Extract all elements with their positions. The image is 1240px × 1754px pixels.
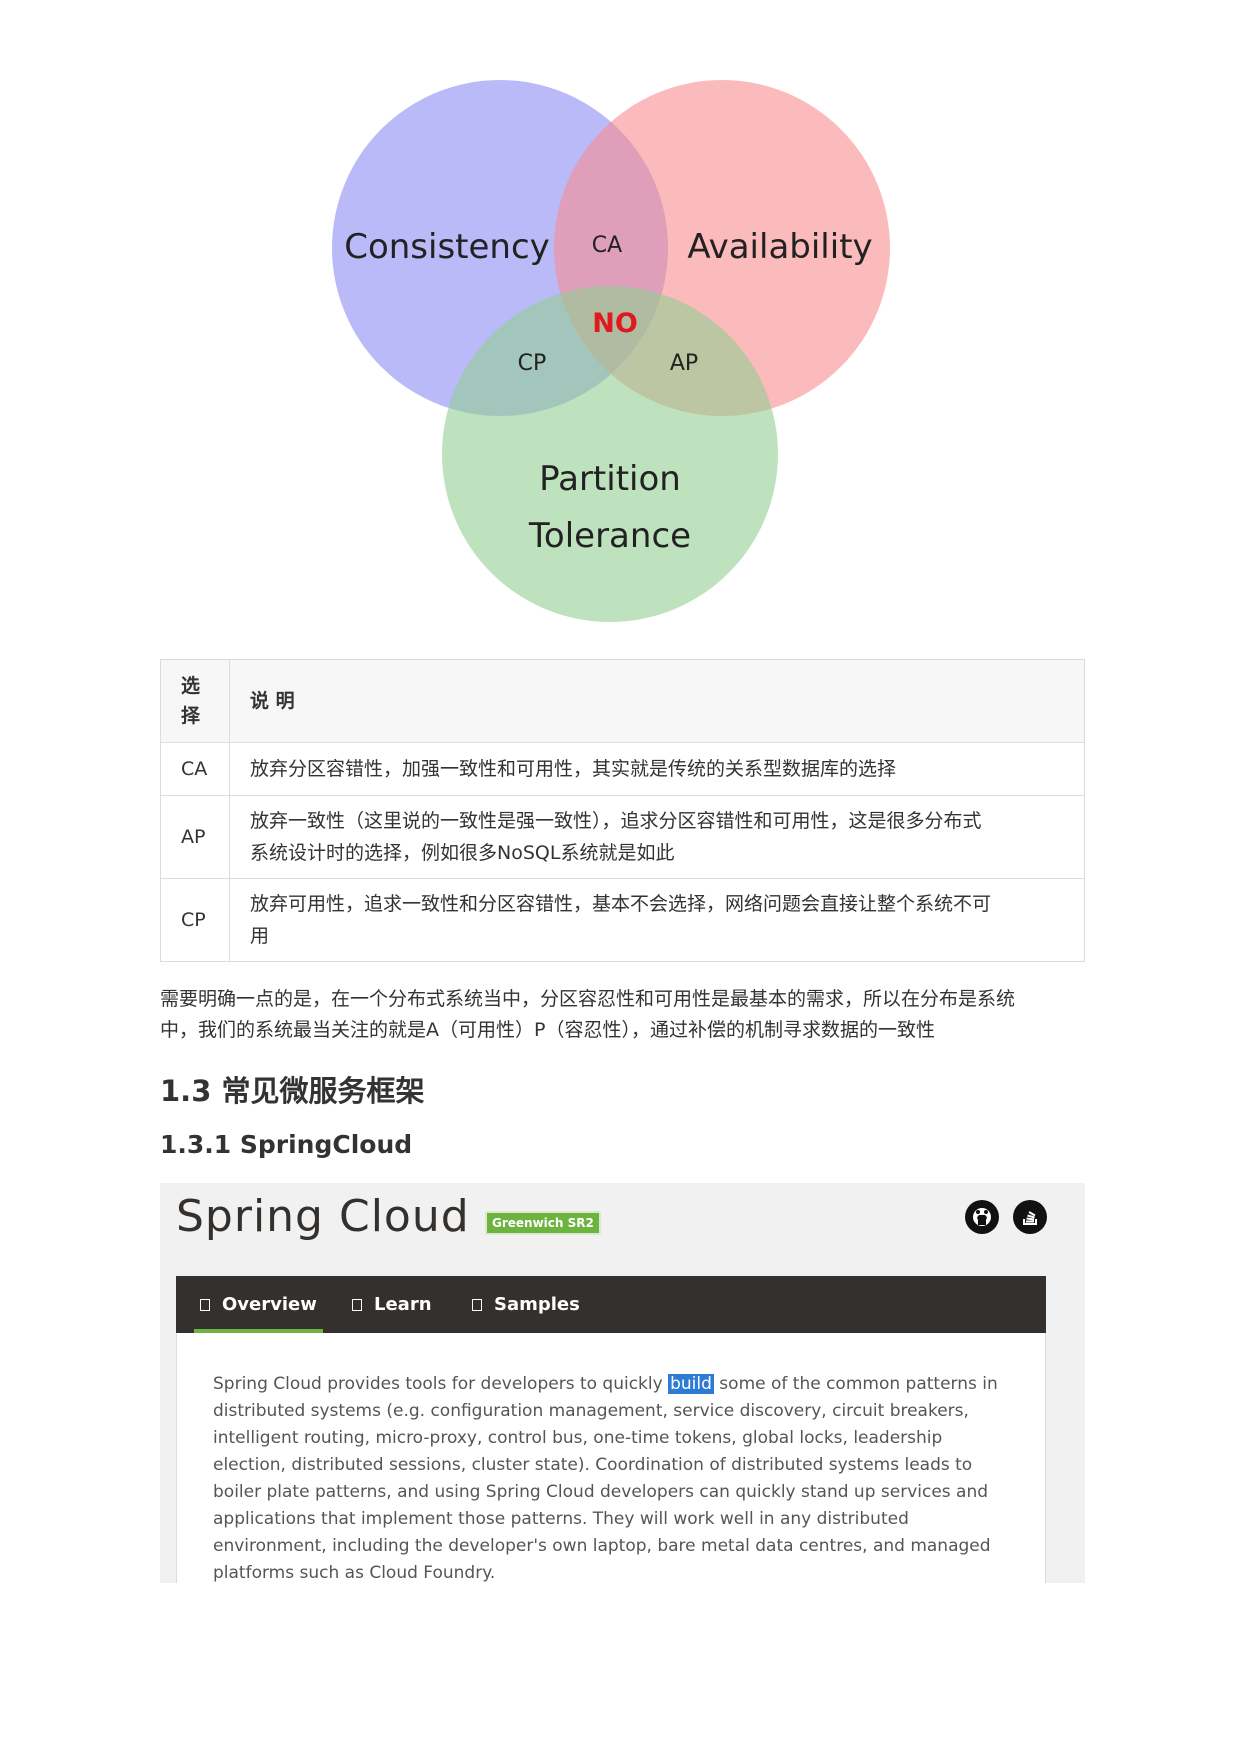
availability-label: Availability [687,227,872,267]
paragraph-line: 需要明确一点的是，在一个分布式系统当中，分区容忍性和可用性是最基本的需求，所以在… [160,988,1016,1010]
table-header-row: 选 择 说 明 [160,659,1085,743]
description-line: 放弃可用性，追求一致性和分区容错性，基本不会选择，网络问题会直接让整个系统不可 [250,893,992,915]
stackoverflow-icon[interactable] [1013,1200,1047,1234]
cap-summary-paragraph: 需要明确一点的是，在一个分布式系统当中，分区容忍性和可用性是最基本的需求，所以在… [160,984,1085,1046]
spring-cloud-description: Spring Cloud provides tools for develope… [213,1371,1018,1583]
tab-label: Overview [222,1294,317,1315]
tab-learn[interactable]: Learn [352,1276,432,1333]
overview-content: Spring Cloud provides tools for develope… [176,1333,1046,1583]
subsection-heading: 1.3.1 SpringCloud [160,1130,413,1159]
header-description: 说 明 [229,659,1085,743]
spring-cloud-screenshot: Spring Cloud Greenwich SR2 Overview Lear… [160,1183,1085,1583]
tab-samples[interactable]: Samples [472,1276,580,1333]
description-text: Spring Cloud provides tools for develope… [213,1374,669,1394]
header-option: 选 择 [160,659,230,743]
description-cell: 放弃可用性，追求一致性和分区容错性，基本不会选择，网络问题会直接让整个系统不可 … [229,878,1085,962]
tab-box-icon [472,1298,482,1311]
cp-label: CP [518,351,547,376]
description-line: 用 [250,925,270,947]
version-badge: Greenwich SR2 [485,1211,601,1235]
header-option-line1: 选 [181,675,201,697]
section-heading: 1.3 常见微服务框架 [160,1074,425,1108]
description-text: some of the common patterns in distribut… [213,1374,998,1583]
cap-venn-diagram: Consistency Availability Partition Toler… [332,80,890,622]
description-line: 放弃一致性（这里说的一致性是强一致性），追求分区容错性和可用性，这是很多分布式 [250,810,982,832]
description-line: 系统设计时的选择，例如很多NoSQL系统就是如此 [250,842,675,864]
description-line: 放弃分区容错性，加强一致性和可用性，其实就是传统的关系型数据库的选择 [250,758,897,780]
selected-word: build [668,1374,714,1394]
description-cell: 放弃一致性（这里说的一致性是强一致性），追求分区容错性和可用性，这是很多分布式 … [229,795,1085,879]
ca-label: CA [592,233,622,258]
header-option-line2: 择 [181,705,201,727]
table-row: CA 放弃分区容错性，加强一致性和可用性，其实就是传统的关系型数据库的选择 [160,742,1085,796]
partition-label-line1: Partition [539,459,681,499]
tab-box-icon [200,1298,210,1311]
consistency-label: Consistency [344,227,550,267]
tab-label: Samples [494,1294,580,1315]
option-cell: CP [160,878,230,962]
description-cell: 放弃分区容错性，加强一致性和可用性，其实就是传统的关系型数据库的选择 [229,742,1085,796]
table-row: CP 放弃可用性，追求一致性和分区容错性，基本不会选择，网络问题会直接让整个系统… [160,878,1085,962]
no-label: NO [592,308,638,339]
cap-options-table: 选 择 说 明 CA 放弃分区容错性，加强一致性和可用性，其实就是传统的关系型数… [160,659,1085,962]
spring-cloud-title: Spring Cloud [176,1191,470,1242]
github-icon[interactable] [965,1200,999,1234]
ap-label: AP [670,351,698,376]
option-cell: CA [160,742,230,796]
table-row: AP 放弃一致性（这里说的一致性是强一致性），追求分区容错性和可用性，这是很多分… [160,795,1085,879]
option-cell: AP [160,795,230,879]
partition-label-line2: Tolerance [528,516,691,556]
tab-bar: Overview Learn Samples [176,1276,1046,1333]
tab-box-icon [352,1298,362,1311]
tab-label: Learn [374,1294,432,1315]
paragraph-line: 中，我们的系统最当关注的就是A（可用性）P（容忍性），通过补偿的机制寻求数据的一… [160,1019,935,1041]
tab-overview[interactable]: Overview [194,1276,323,1333]
